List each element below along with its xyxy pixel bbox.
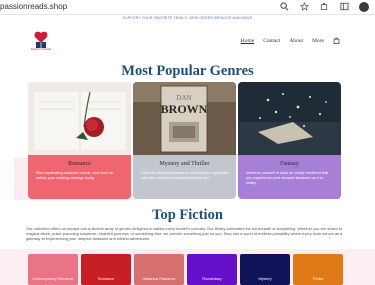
card-description: Find captivating romance novels, and mor…	[36, 171, 113, 180]
tile-label: Historical Romance	[142, 277, 176, 281]
nav-contact[interactable]: Contact	[263, 38, 280, 44]
fiction-description: Our collection offers an escape into a d…	[26, 226, 343, 242]
card-description: Immerse yourself in tales so vividly ren…	[246, 171, 329, 185]
genre-card-mystery[interactable]: DAN BROWN Mystery and Thriller Dive into…	[133, 82, 236, 199]
subgenre-tile-contemporary-romance[interactable]: Contemporary Romance	[28, 254, 78, 285]
browser-actions	[279, 1, 369, 12]
romance-image	[28, 82, 131, 155]
nav-more[interactable]: More	[312, 38, 324, 44]
fantasy-image	[238, 82, 341, 155]
genre-card-fantasy[interactable]: Fantasy Immerse yourself in tales so viv…	[238, 82, 341, 199]
tile-label: Mystery	[258, 277, 272, 281]
sidebar-icon[interactable]	[339, 1, 350, 12]
announcement-bar: SUPPORT YOUR FAVORITE TRAILS. NEW ORDER …	[122, 16, 253, 20]
shopping-bag-icon[interactable]	[333, 37, 340, 44]
subgenre-tile-mystery[interactable]: Mystery	[240, 254, 290, 285]
card-title: Mystery and Thriller	[159, 161, 210, 167]
tile-label: Romance	[97, 277, 115, 281]
subgenre-tile-romantasy[interactable]: Romantasy	[187, 254, 237, 285]
card-title: Fantasy	[280, 161, 299, 167]
card-title: Romance	[68, 161, 91, 167]
tile-label: Contemporary Romance	[32, 277, 74, 281]
subgenre-tile-historical-romance[interactable]: Historical Romance	[134, 254, 184, 285]
romance-panel: Romance Find captivating romance novels,…	[28, 155, 131, 199]
address-bar[interactable]: passionreads.shop	[0, 2, 67, 11]
tile-label: Romantasy	[202, 277, 222, 281]
nav-about[interactable]: About	[289, 38, 303, 44]
nav-home[interactable]: Home	[241, 38, 254, 44]
mystery-image: DAN BROWN	[133, 82, 236, 155]
top-fiction-title: Top Fiction	[152, 207, 223, 223]
browser-toolbar: passionreads.shop	[0, 0, 375, 15]
profile-avatar[interactable]	[359, 1, 369, 12]
card-description: Dive into thrilling adventures and uncov…	[141, 171, 228, 180]
svg-text:BROWN: BROWN	[161, 102, 208, 116]
logo-text: Passion Reads	[30, 47, 52, 51]
subgenre-tile-thriller[interactable]: Thriller	[293, 254, 343, 285]
popular-genres-title: Most Popular Genres	[121, 63, 254, 79]
search-icon[interactable]	[279, 1, 290, 12]
main-nav: Home Contact About More	[241, 37, 340, 44]
subgenre-tile-romance[interactable]: Romance	[81, 254, 131, 285]
mystery-panel: Mystery and Thriller Dive into thrilling…	[133, 155, 236, 199]
extension-icon[interactable]	[319, 1, 330, 12]
star-icon[interactable]	[299, 1, 310, 12]
genre-card-romance[interactable]: Romance Find captivating romance novels,…	[28, 82, 131, 199]
tile-label: Thriller	[312, 277, 324, 281]
svg-text:DAN: DAN	[176, 94, 191, 102]
fantasy-panel: Fantasy Immerse yourself in tales so viv…	[238, 155, 341, 199]
